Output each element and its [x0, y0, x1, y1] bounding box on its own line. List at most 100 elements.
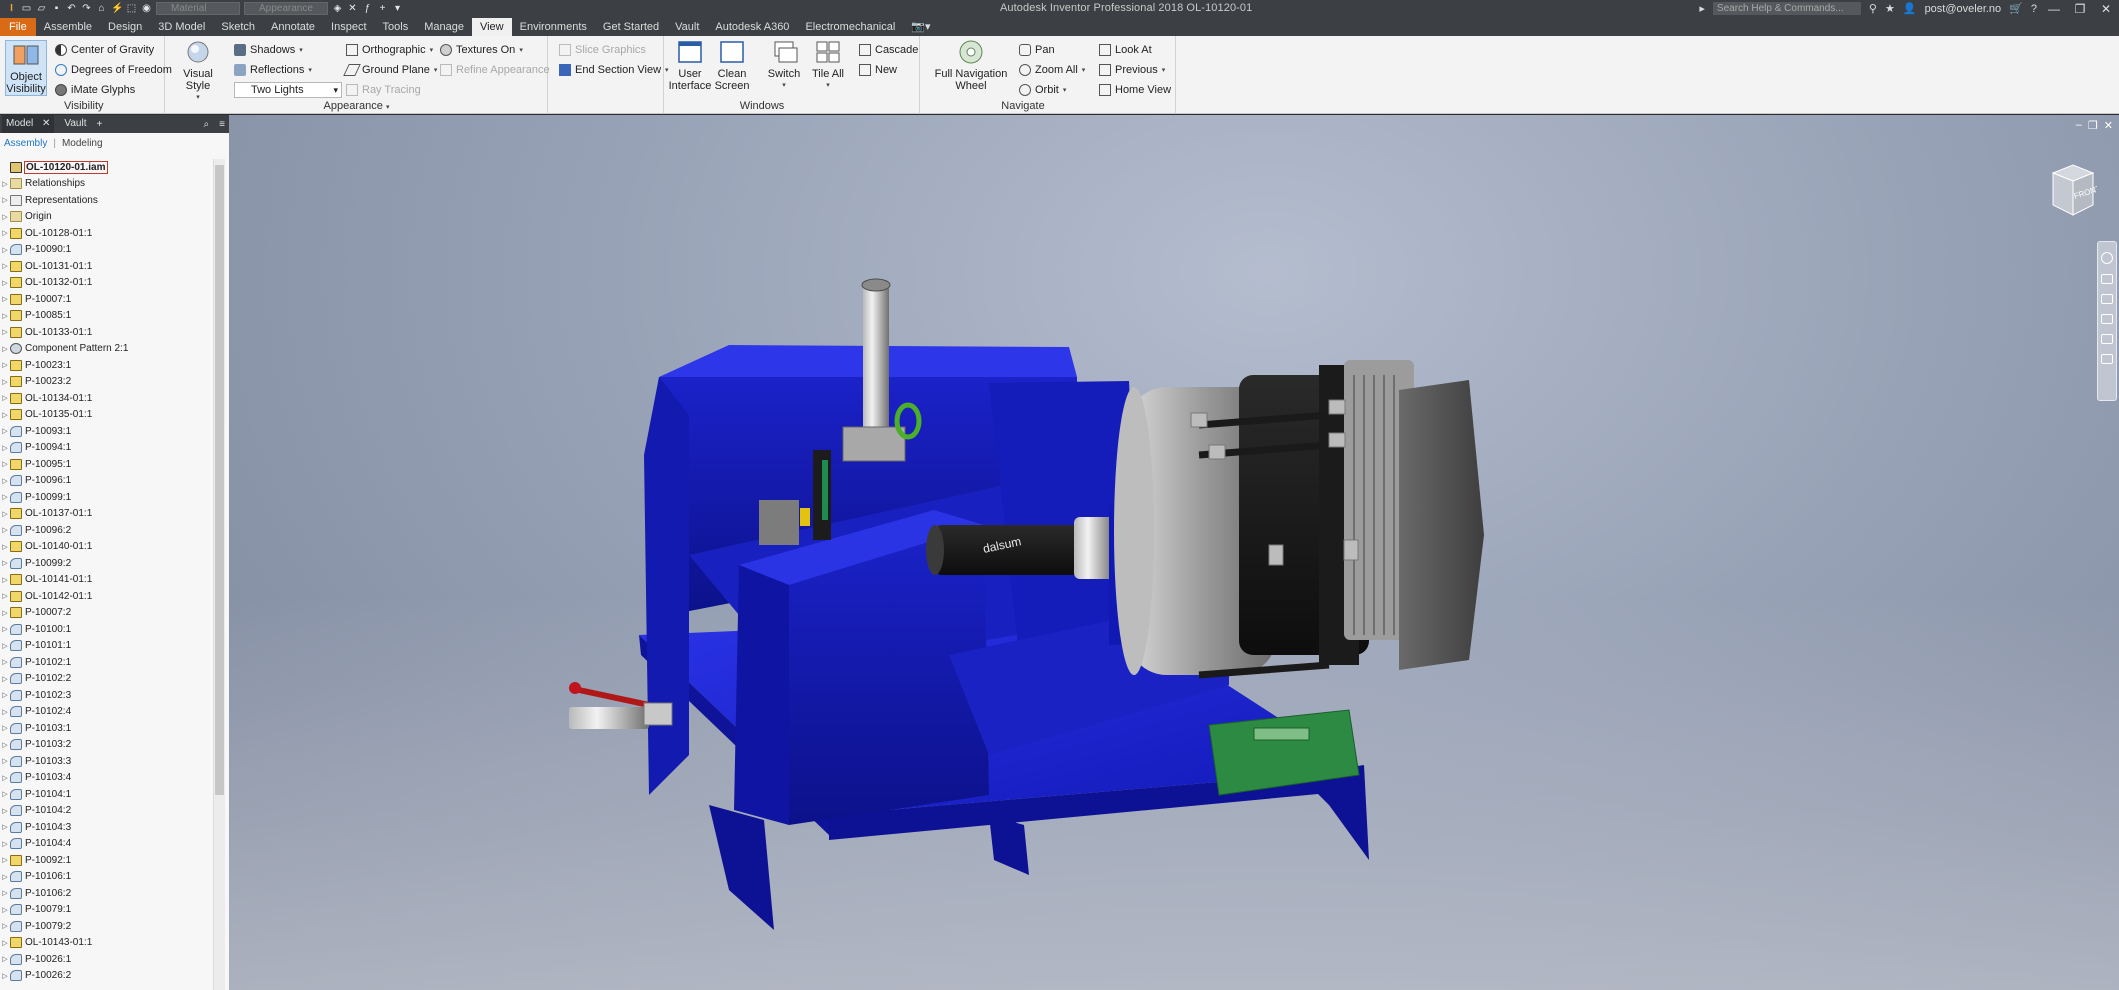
- tree-node[interactable]: ▷ P-10100:1: [0, 621, 212, 638]
- expand-arrow-icon[interactable]: ▷: [0, 724, 10, 732]
- ribbon-tab-autodesk-a360[interactable]: Autodesk A360: [707, 18, 797, 36]
- tree-node[interactable]: ▷ P-10085:1: [0, 308, 212, 325]
- shadows-button[interactable]: Shadows ▾: [234, 42, 303, 58]
- open-icon[interactable]: ▱: [36, 3, 47, 14]
- user-account[interactable]: post@oveler.no: [1925, 3, 2002, 15]
- expand-arrow-icon[interactable]: ▷: [0, 708, 10, 716]
- ribbon-tab-view[interactable]: View: [471, 18, 512, 36]
- tree-root-node[interactable]: OL-10120-01.iam: [0, 159, 212, 176]
- favorite-icon[interactable]: ★: [1885, 2, 1895, 15]
- save-icon[interactable]: ▪: [51, 3, 62, 14]
- ribbon-tab-manage[interactable]: Manage: [416, 18, 472, 36]
- ray-tracing-button[interactable]: Ray Tracing: [346, 82, 421, 98]
- cart-icon[interactable]: 🛒: [2009, 2, 2023, 15]
- expand-arrow-icon[interactable]: ▷: [0, 394, 10, 402]
- ribbon-tab-electromechanical[interactable]: Electromechanical: [797, 18, 903, 36]
- select-icon[interactable]: ⬚: [126, 3, 137, 14]
- inventor-logo-icon[interactable]: I: [6, 3, 17, 14]
- tree-node[interactable]: ▷ P-10079:1: [0, 902, 212, 919]
- expand-arrow-icon[interactable]: ▷: [0, 229, 10, 237]
- tree-node[interactable]: ▷ OL-10137-01:1: [0, 506, 212, 523]
- binoculars-icon[interactable]: ⚲: [1869, 2, 1877, 15]
- update-icon[interactable]: ⚡: [111, 3, 123, 14]
- tree-node[interactable]: ▷ P-10103:2: [0, 737, 212, 754]
- search-arrow-icon[interactable]: ▸: [1699, 2, 1705, 15]
- tree-node[interactable]: ▷ P-10101:1: [0, 638, 212, 655]
- degrees-of-freedom-button[interactable]: Degrees of Freedom: [55, 62, 172, 78]
- tree-node[interactable]: ▷ P-10007:1: [0, 291, 212, 308]
- expand-arrow-icon[interactable]: ▷: [0, 493, 10, 501]
- slice-graphics-button[interactable]: Slice Graphics: [559, 42, 646, 58]
- expand-arrow-icon[interactable]: ▷: [0, 642, 10, 650]
- ribbon-tab-tools[interactable]: Tools: [375, 18, 417, 36]
- mode-assembly[interactable]: Assembly: [4, 138, 47, 149]
- tree-node[interactable]: ▷ P-10007:2: [0, 605, 212, 622]
- browser-menu-icon[interactable]: ≡: [219, 119, 225, 130]
- fx-icon[interactable]: ƒ: [362, 3, 373, 14]
- tree-node[interactable]: ▷ P-10099:1: [0, 489, 212, 506]
- material-combo[interactable]: Material: [156, 2, 240, 15]
- expand-arrow-icon[interactable]: ▷: [0, 856, 10, 864]
- assembly-model[interactable]: dalsum: [229, 115, 2119, 990]
- tree-node[interactable]: ▷ Origin: [0, 209, 212, 226]
- orthographic-button[interactable]: Orthographic ▾: [346, 42, 433, 58]
- ribbon-tab-design[interactable]: Design: [100, 18, 150, 36]
- close-tab-icon[interactable]: ✕: [42, 118, 50, 129]
- tree-node[interactable]: ▷ P-10026:2: [0, 968, 212, 985]
- tree-node[interactable]: ▷ Component Pattern 2:1: [0, 341, 212, 358]
- tree-node[interactable]: ▷ OL-10135-01:1: [0, 407, 212, 424]
- tree-node[interactable]: ▷ P-10099:2: [0, 555, 212, 572]
- tree-node[interactable]: ▷ P-10102:2: [0, 671, 212, 688]
- tree-node[interactable]: ▷ OL-10143-01:1: [0, 935, 212, 952]
- tree-node[interactable]: ▷ P-10023:1: [0, 357, 212, 374]
- tile-all-button[interactable]: Tile All ▾: [811, 40, 845, 92]
- expand-arrow-icon[interactable]: ▷: [0, 840, 10, 848]
- panel-title-appearance[interactable]: Appearance ▾: [166, 100, 547, 112]
- expand-arrow-icon[interactable]: ▷: [0, 609, 10, 617]
- tree-node[interactable]: ▷ P-10090:1: [0, 242, 212, 259]
- expand-arrow-icon[interactable]: ▷: [0, 328, 10, 336]
- orbit-tool-icon[interactable]: [2101, 314, 2113, 324]
- ribbon-tab-get-started[interactable]: Get Started: [595, 18, 667, 36]
- plus-icon[interactable]: +: [377, 3, 388, 14]
- object-visibility-button[interactable]: Object Visibility: [5, 40, 47, 96]
- center-of-gravity-button[interactable]: Center of Gravity: [55, 42, 154, 58]
- customize-icon[interactable]: ▾: [392, 3, 403, 14]
- tree-node[interactable]: ▷ P-10092:1: [0, 852, 212, 869]
- expand-arrow-icon[interactable]: ▷: [0, 807, 10, 815]
- zoom-tool-icon[interactable]: [2101, 294, 2113, 304]
- visual-style-button[interactable]: Visual Style ▾: [173, 40, 223, 104]
- expand-arrow-icon[interactable]: ▷: [0, 427, 10, 435]
- expand-arrow-icon[interactable]: ▷: [0, 444, 10, 452]
- expand-arrow-icon[interactable]: ▷: [0, 823, 10, 831]
- minimize-button[interactable]: —: [2045, 2, 2063, 16]
- redo-icon[interactable]: ↷: [81, 3, 92, 14]
- expand-arrow-icon[interactable]: ▷: [0, 625, 10, 633]
- tree-node[interactable]: ▷ OL-10131-01:1: [0, 258, 212, 275]
- viewcube[interactable]: FRONT: [2049, 163, 2102, 219]
- tree-node[interactable]: ▷ P-10095:1: [0, 456, 212, 473]
- look-at-button[interactable]: Look At: [1099, 42, 1152, 58]
- expand-arrow-icon[interactable]: ▷: [0, 196, 10, 204]
- imate-glyphs-button[interactable]: iMate Glyphs: [55, 82, 135, 98]
- user-interface-button[interactable]: User Interface: [669, 40, 711, 92]
- expand-arrow-icon[interactable]: ▷: [0, 213, 10, 221]
- home-icon[interactable]: ⌂: [96, 3, 107, 14]
- tree-node[interactable]: ▷ OL-10132-01:1: [0, 275, 212, 292]
- browser-tab-model[interactable]: Model ✕: [2, 115, 55, 133]
- expand-arrow-icon[interactable]: ▷: [0, 477, 10, 485]
- clear-icon[interactable]: ✕: [347, 3, 358, 14]
- browser-tab-vault[interactable]: Vault: [60, 115, 90, 133]
- expand-arrow-icon[interactable]: ▷: [0, 955, 10, 963]
- ribbon-tab-3d-model[interactable]: 3D Model: [150, 18, 213, 36]
- orbit-button[interactable]: Orbit ▾: [1019, 82, 1066, 98]
- appearance-combo[interactable]: Appearance: [244, 2, 328, 15]
- tree-node[interactable]: ▷ P-10096:2: [0, 522, 212, 539]
- end-section-view-button[interactable]: End Section View ▾: [559, 62, 669, 78]
- pan-button[interactable]: Pan: [1019, 42, 1055, 58]
- tree-node[interactable]: ▷ OL-10140-01:1: [0, 539, 212, 556]
- expand-arrow-icon[interactable]: ▷: [0, 592, 10, 600]
- expand-arrow-icon[interactable]: ▷: [0, 576, 10, 584]
- expand-arrow-icon[interactable]: ▷: [0, 180, 10, 188]
- tree-node[interactable]: ▷ P-10104:1: [0, 786, 212, 803]
